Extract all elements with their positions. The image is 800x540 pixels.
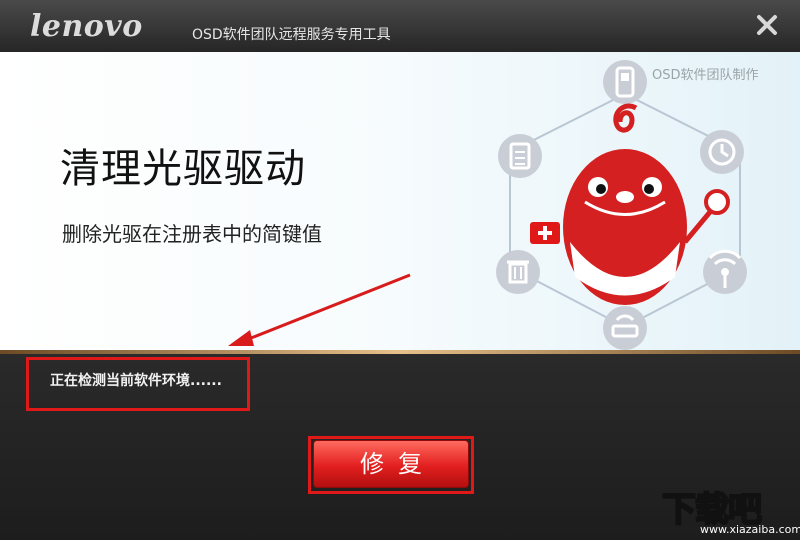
mascot: H <box>563 103 687 305</box>
magnifier-icon <box>683 189 730 244</box>
router-icon <box>603 306 647 350</box>
clock-icon <box>700 130 744 174</box>
trash-icon <box>496 250 540 294</box>
close-icon[interactable] <box>754 12 780 38</box>
mascot-badge: H <box>618 230 638 258</box>
lenovo-logo: lenovo <box>30 9 143 44</box>
window-title: OSD软件团队远程服务专用工具 <box>192 27 391 43</box>
medical-kit-icon <box>530 222 560 244</box>
page-subtitle: 删除光驱在注册表中的简键值 <box>62 222 322 246</box>
banner: 清理光驱驱动 删除光驱在注册表中的简键值 OSD软件团队制作 H <box>0 52 800 350</box>
phone-icon <box>603 60 647 104</box>
page-title: 清理光驱驱动 <box>60 146 306 192</box>
mascot-illustration: H <box>496 60 747 350</box>
wifi-icon <box>703 249 747 294</box>
clipboard-icon <box>498 134 542 178</box>
title-bar: lenovo OSD软件团队远程服务专用工具 <box>0 0 800 52</box>
fix-button[interactable]: 修复 <box>313 440 469 488</box>
status-highlight-box <box>26 357 250 411</box>
watermark-url: www.xiazaiba.com <box>700 523 800 536</box>
